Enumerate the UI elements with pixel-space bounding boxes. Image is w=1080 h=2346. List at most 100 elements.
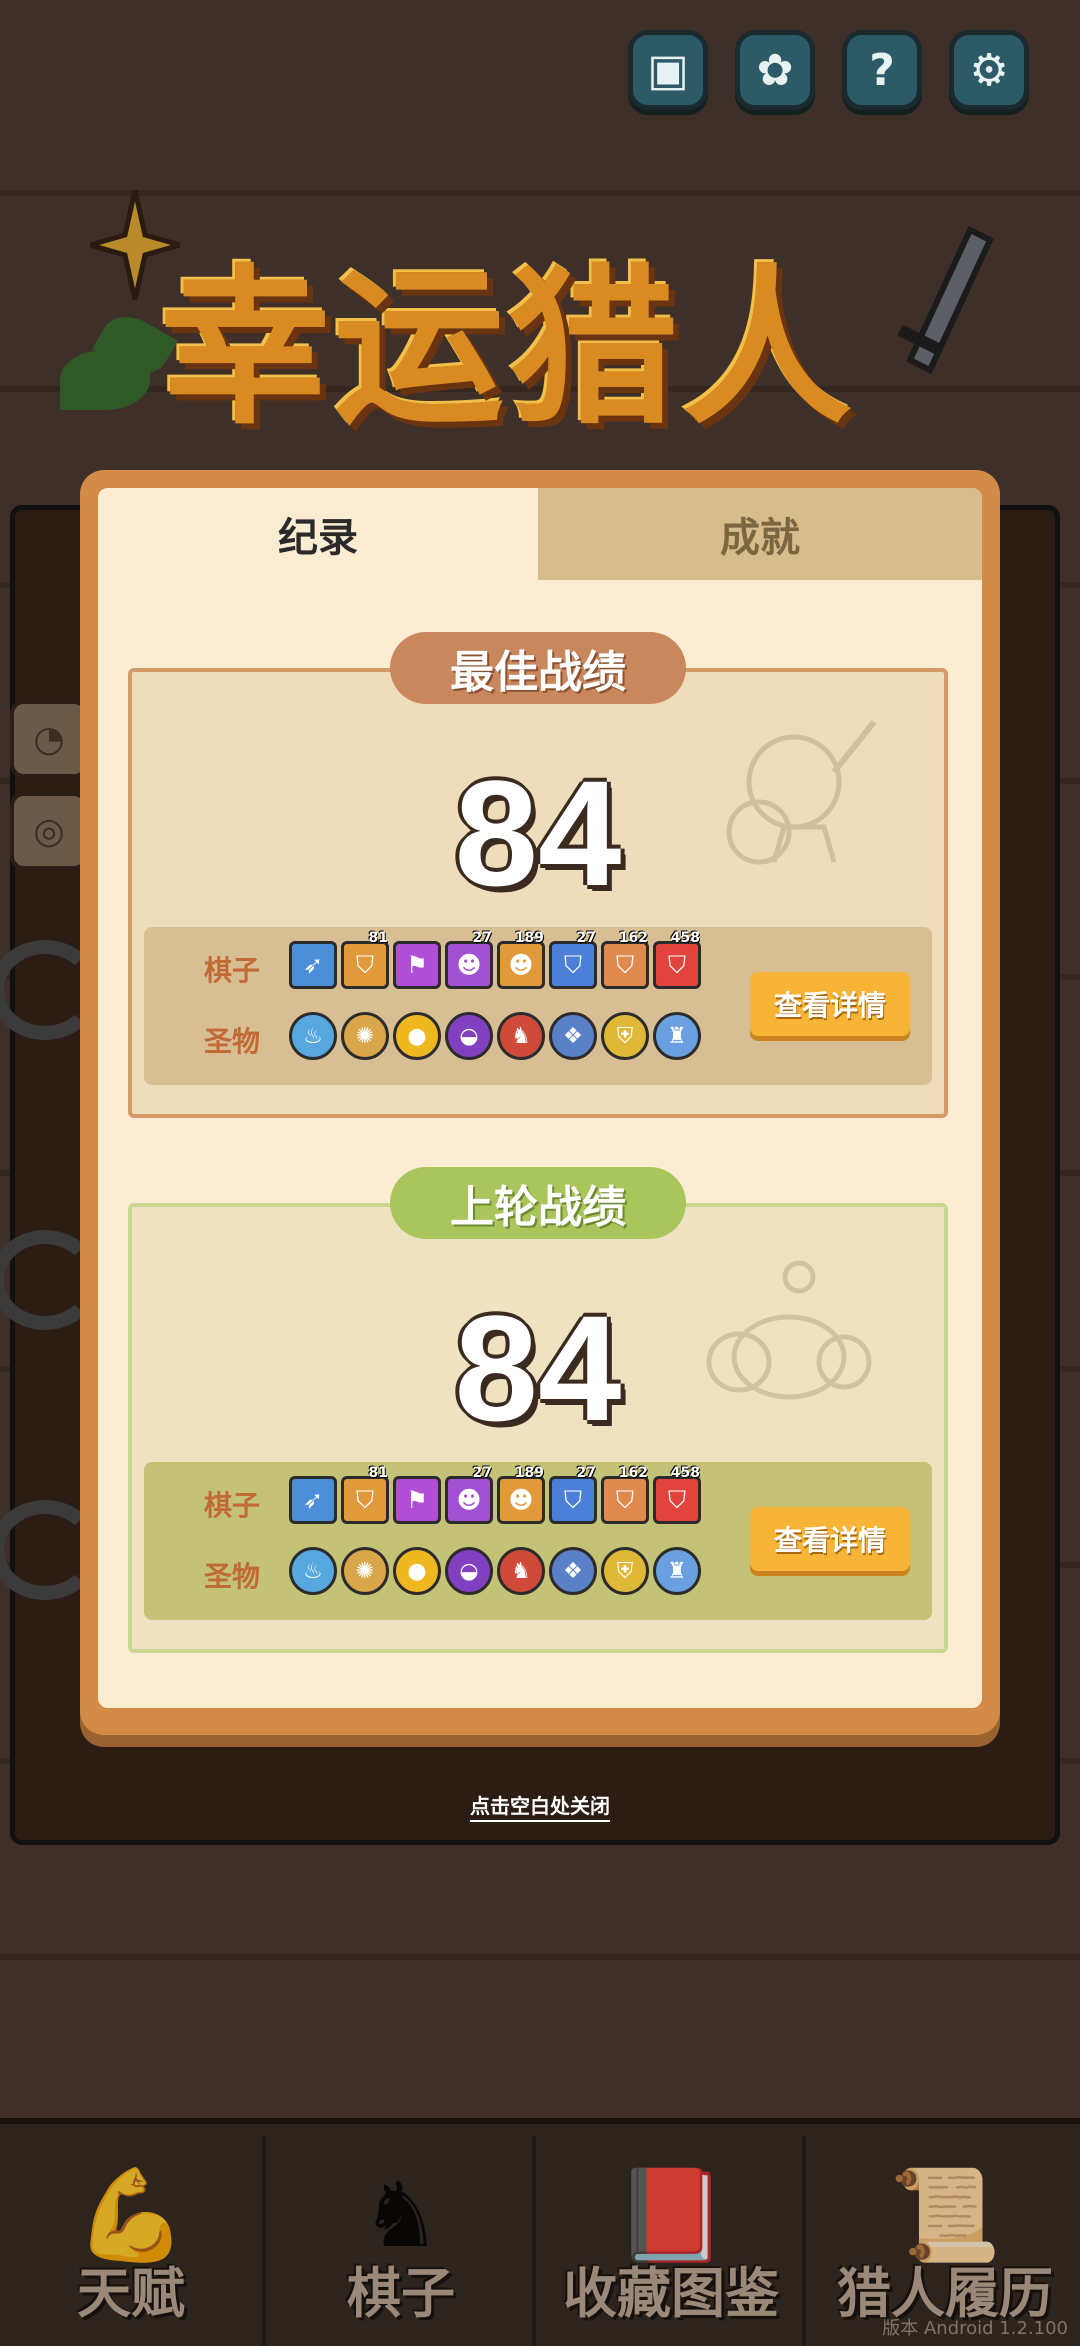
piece-level: 458 (670, 1465, 700, 1481)
piece-slot[interactable]: ⛉ 162 (601, 930, 649, 989)
relic-slot[interactable]: ♜ (653, 1547, 701, 1595)
relic-icon: ♞ (511, 1558, 531, 1584)
save-icon: ▣ (647, 44, 689, 96)
relic-slot[interactable]: ❖ (549, 1012, 597, 1060)
game-logo: 幸运猎人 (60, 170, 1020, 470)
piece-icon: ⛉ (668, 1486, 686, 1514)
piece-icon: ⛉ (668, 951, 686, 979)
version-watermark: 版本 Android 1.2.100 (882, 2318, 1068, 2339)
piece-slot[interactable]: ⛉ 81 (341, 930, 389, 989)
last-view-details-button[interactable]: 查看详情 (750, 1507, 910, 1571)
relics-label: 圣物 (204, 1025, 261, 1058)
relics-label: 圣物 (204, 1560, 261, 1593)
nav-collection[interactable]: 📕 收藏图鉴 (540, 2136, 806, 2346)
piece-slot[interactable]: ⛉ 81 (341, 1465, 389, 1524)
relic-icon: ♞ (511, 1023, 531, 1049)
relic-icon: ♨ (303, 1558, 323, 1584)
piece-slot[interactable]: ☻ 189 (497, 1465, 545, 1524)
last-loadout: 棋子 ➶ ⛉ 81 ⚑ ☻ 27 ☻ 189 ⛉ 27 ⛉ 162 ⛉ 458 圣物 ♨ ✺ ● ◒ ♞ ❖ ⛨ ♜ 查… (144, 1462, 932, 1620)
relic-slot[interactable]: ♨ (289, 1012, 337, 1060)
sword-icon (897, 225, 994, 375)
piece-icon: ⛉ (616, 951, 634, 979)
piece-icon: ☻ (508, 1486, 534, 1514)
relic-slot[interactable]: ● (393, 1012, 441, 1060)
relic-icon: ♨ (303, 1023, 323, 1049)
tab-records-label: 纪录 (278, 515, 358, 561)
relic-icon: ✺ (355, 1023, 375, 1049)
piece-level: 458 (670, 930, 700, 946)
piece-level: 162 (618, 1465, 648, 1481)
relic-icon: ✺ (355, 1558, 375, 1584)
best-pieces-row: ➶ ⛉ 81 ⚑ ☻ 27 ☻ 189 ⛉ 27 ⛉ 162 ⛉ 458 (289, 930, 701, 989)
relic-slot[interactable]: ⛨ (601, 1012, 649, 1060)
relic-slot[interactable]: ♜ (653, 1012, 701, 1060)
piece-level: 27 (576, 930, 596, 946)
relic-icon: ♜ (667, 1023, 687, 1049)
nav-label: 天赋 (77, 2262, 185, 2325)
last-relics-row: ♨ ✺ ● ◒ ♞ ❖ ⛨ ♜ (289, 1547, 701, 1595)
relic-icon: ● (407, 1023, 427, 1049)
piece-icon: ⛉ (356, 951, 374, 979)
piece-slot[interactable]: ⚑ (393, 1476, 441, 1524)
piece-icon: ☻ (456, 951, 482, 979)
piece-slot[interactable]: ⛉ 27 (549, 1465, 597, 1524)
piece-slot[interactable]: ☻ 27 (445, 930, 493, 989)
piece-slot[interactable]: ☻ 27 (445, 1465, 493, 1524)
relic-icon: ⛨ (616, 1558, 634, 1584)
steam-icon[interactable]: ◎ (10, 792, 88, 870)
bottom-nav: 💪 天赋 ♞ 棋子 📕 收藏图鉴 📜 猎人履历 版本 Android 1.2.1… (0, 2118, 1080, 2346)
piece-slot[interactable]: ➶ (289, 941, 337, 989)
nav-label: 棋子 (347, 2262, 455, 2325)
piece-slot[interactable]: ⛉ 27 (549, 930, 597, 989)
piece-slot[interactable]: ⛉ 458 (653, 1465, 701, 1524)
best-record-panel: 最佳战绩 84 棋子 ➶ ⛉ 81 ⚑ ☻ 27 ☻ 189 ⛉ 27 ⛉ 162 ⛉ 458 圣物 ♨ ✺… (128, 632, 948, 1118)
piece-slot[interactable]: ⛉ 458 (653, 930, 701, 989)
piece-icon: ☻ (456, 1486, 482, 1514)
relic-slot[interactable]: ❖ (549, 1547, 597, 1595)
last-record-header: 上轮战绩 (390, 1167, 686, 1239)
tab-achievements[interactable]: 成就 (538, 488, 982, 580)
piece-slot[interactable]: ☻ 189 (497, 930, 545, 989)
piece-icon: ⛉ (564, 1486, 582, 1514)
pieces-label: 棋子 (204, 954, 261, 987)
nav-pieces[interactable]: ♞ 棋子 (270, 2136, 536, 2346)
piece-slot[interactable]: ⚑ (393, 941, 441, 989)
piece-icon: ⚑ (406, 1486, 428, 1514)
relic-slot[interactable]: ◒ (445, 1012, 493, 1060)
relic-slot[interactable]: ✺ (341, 1012, 389, 1060)
settings-button[interactable]: ⚙ (949, 30, 1029, 110)
tab-records[interactable]: 纪录 (98, 488, 538, 580)
brain-button[interactable]: ✿ (735, 30, 815, 110)
relic-icon: ❖ (563, 1023, 583, 1049)
relic-slot[interactable]: ♞ (497, 1547, 545, 1595)
tab-achievements-label: 成就 (720, 515, 800, 561)
best-view-details-button[interactable]: 查看详情 (750, 972, 910, 1036)
relic-slot[interactable]: ◒ (445, 1547, 493, 1595)
relic-slot[interactable]: ♨ (289, 1547, 337, 1595)
best-loadout: 棋子 ➶ ⛉ 81 ⚑ ☻ 27 ☻ 189 ⛉ 27 ⛉ 162 ⛉ 458 圣物 ♨ ✺ ● ◒ ♞ ❖ ⛨ ♜ 查… (144, 927, 932, 1085)
piece-level: 162 (618, 930, 648, 946)
best-score: 84 (454, 749, 622, 917)
relic-icon: ◒ (459, 1023, 479, 1049)
relic-slot[interactable]: ♞ (497, 1012, 545, 1060)
save-button[interactable]: ▣ (628, 30, 708, 110)
piece-slot[interactable]: ➶ (289, 1476, 337, 1524)
help-icon: ? (869, 44, 895, 96)
best-record-header: 最佳战绩 (390, 632, 686, 704)
close-hint-text: 点击空白处关闭 (470, 1794, 610, 1822)
last-pieces-row: ➶ ⛉ 81 ⚑ ☻ 27 ☻ 189 ⛉ 27 ⛉ 162 ⛉ 458 (289, 1465, 701, 1524)
last-score: 84 (454, 1284, 622, 1452)
qq-icon[interactable]: ◔ (10, 700, 88, 778)
piece-level: 81 (368, 1465, 388, 1481)
piece-icon: ➶ (302, 951, 324, 979)
relic-slot[interactable]: ✺ (341, 1547, 389, 1595)
piece-level: 27 (576, 1465, 596, 1481)
piece-icon: ⛉ (356, 1486, 374, 1514)
piece-level: 27 (472, 1465, 492, 1481)
help-button[interactable]: ? (842, 30, 922, 110)
nav-talent[interactable]: 💪 天赋 (0, 2136, 266, 2346)
piece-slot[interactable]: ⛉ 162 (601, 1465, 649, 1524)
close-hint[interactable]: 点击空白处关闭 (0, 1790, 1080, 1822)
relic-slot[interactable]: ● (393, 1547, 441, 1595)
relic-slot[interactable]: ⛨ (601, 1547, 649, 1595)
